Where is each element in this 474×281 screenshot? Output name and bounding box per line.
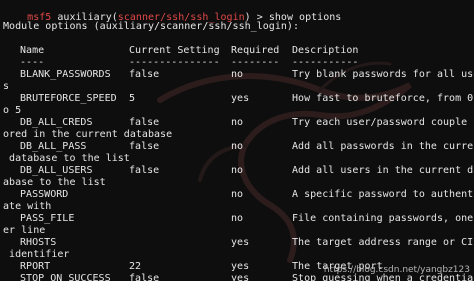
option-description-wrap: database to the list	[3, 153, 130, 164]
option-required: yes	[231, 261, 250, 272]
option-required: no	[231, 117, 244, 128]
option-name: DB_ALL_PASS	[20, 141, 87, 152]
option-description: Add all passwords in the curren	[292, 141, 474, 152]
option-name: DB_ALL_USERS	[20, 165, 93, 176]
option-current-setting: false	[129, 69, 160, 80]
option-description-wrap: er line	[3, 225, 46, 236]
option-description: File containing passwords, one	[292, 213, 474, 224]
option-name: BRUTEFORCE_SPEED	[20, 93, 117, 104]
option-required: no	[231, 213, 244, 224]
option-description-wrap: identifier	[3, 249, 70, 260]
option-required: no	[231, 165, 244, 176]
option-description-wrap: o 5	[3, 105, 22, 116]
option-required: no	[231, 69, 244, 80]
separator-current-setting: ---------------	[129, 57, 220, 68]
option-required: no	[231, 189, 244, 200]
option-current-setting: 22	[129, 261, 142, 272]
separator-name: ----	[20, 57, 45, 68]
option-description-wrap: s	[3, 81, 10, 92]
option-description-wrap: ored in the current database	[3, 129, 173, 140]
option-name: STOP_ON_SUCCESS	[20, 273, 111, 281]
option-description: How fast to bruteforce, from 0	[292, 93, 474, 104]
option-name: DB_ALL_CREDS	[20, 117, 93, 128]
option-name: RPORT	[20, 261, 51, 272]
option-current-setting: false	[129, 117, 160, 128]
option-required: yes	[231, 237, 250, 248]
option-required: yes	[231, 273, 250, 281]
option-current-setting: false	[129, 273, 160, 281]
header-required: Required	[231, 45, 280, 56]
separator-description: -----------	[292, 57, 359, 68]
option-description: Try each user/password couple s	[292, 117, 474, 128]
option-description: A specific password to authenti	[292, 189, 474, 200]
option-current-setting: false	[129, 141, 160, 152]
table-separator-row: ---- --------------- -------- ----------…	[3, 57, 358, 69]
option-description: The target address range or CI	[292, 237, 474, 248]
option-name: BLANK_PASSWORDS	[20, 69, 111, 80]
header-name: Name	[20, 45, 45, 56]
option-current-setting: false	[129, 165, 160, 176]
option-required: yes	[231, 93, 250, 104]
option-description-wrap: ate with	[3, 201, 52, 212]
module-heading: Module options (auxiliary/scanner/ssh/ss…	[3, 21, 299, 32]
terminal-window[interactable]: msf5 auxiliary(scanner/ssh/ssh_login) > …	[0, 0, 474, 281]
option-name: PASS_FILE	[20, 213, 75, 224]
prompt-line: msf5 auxiliary(scanner/ssh/ssh_login) > …	[3, 0, 341, 23]
separator-required: --------	[231, 57, 280, 68]
table-header-row: Name Current Setting Required Descriptio…	[3, 45, 358, 57]
option-required: no	[231, 141, 244, 152]
option-description-wrap: abase to the list	[3, 177, 106, 188]
option-description: Try blank passwords for all use	[292, 69, 474, 80]
header-description: Description	[292, 45, 359, 56]
header-current-setting: Current Setting	[129, 45, 220, 56]
option-name: PASSWORD	[20, 189, 69, 200]
option-description: Add all users in the current da	[292, 165, 474, 176]
option-current-setting: 5	[129, 93, 136, 104]
option-name: RHOSTS	[20, 237, 57, 248]
url-watermark: https://blog.csdn.net/yangbz123	[323, 265, 470, 275]
